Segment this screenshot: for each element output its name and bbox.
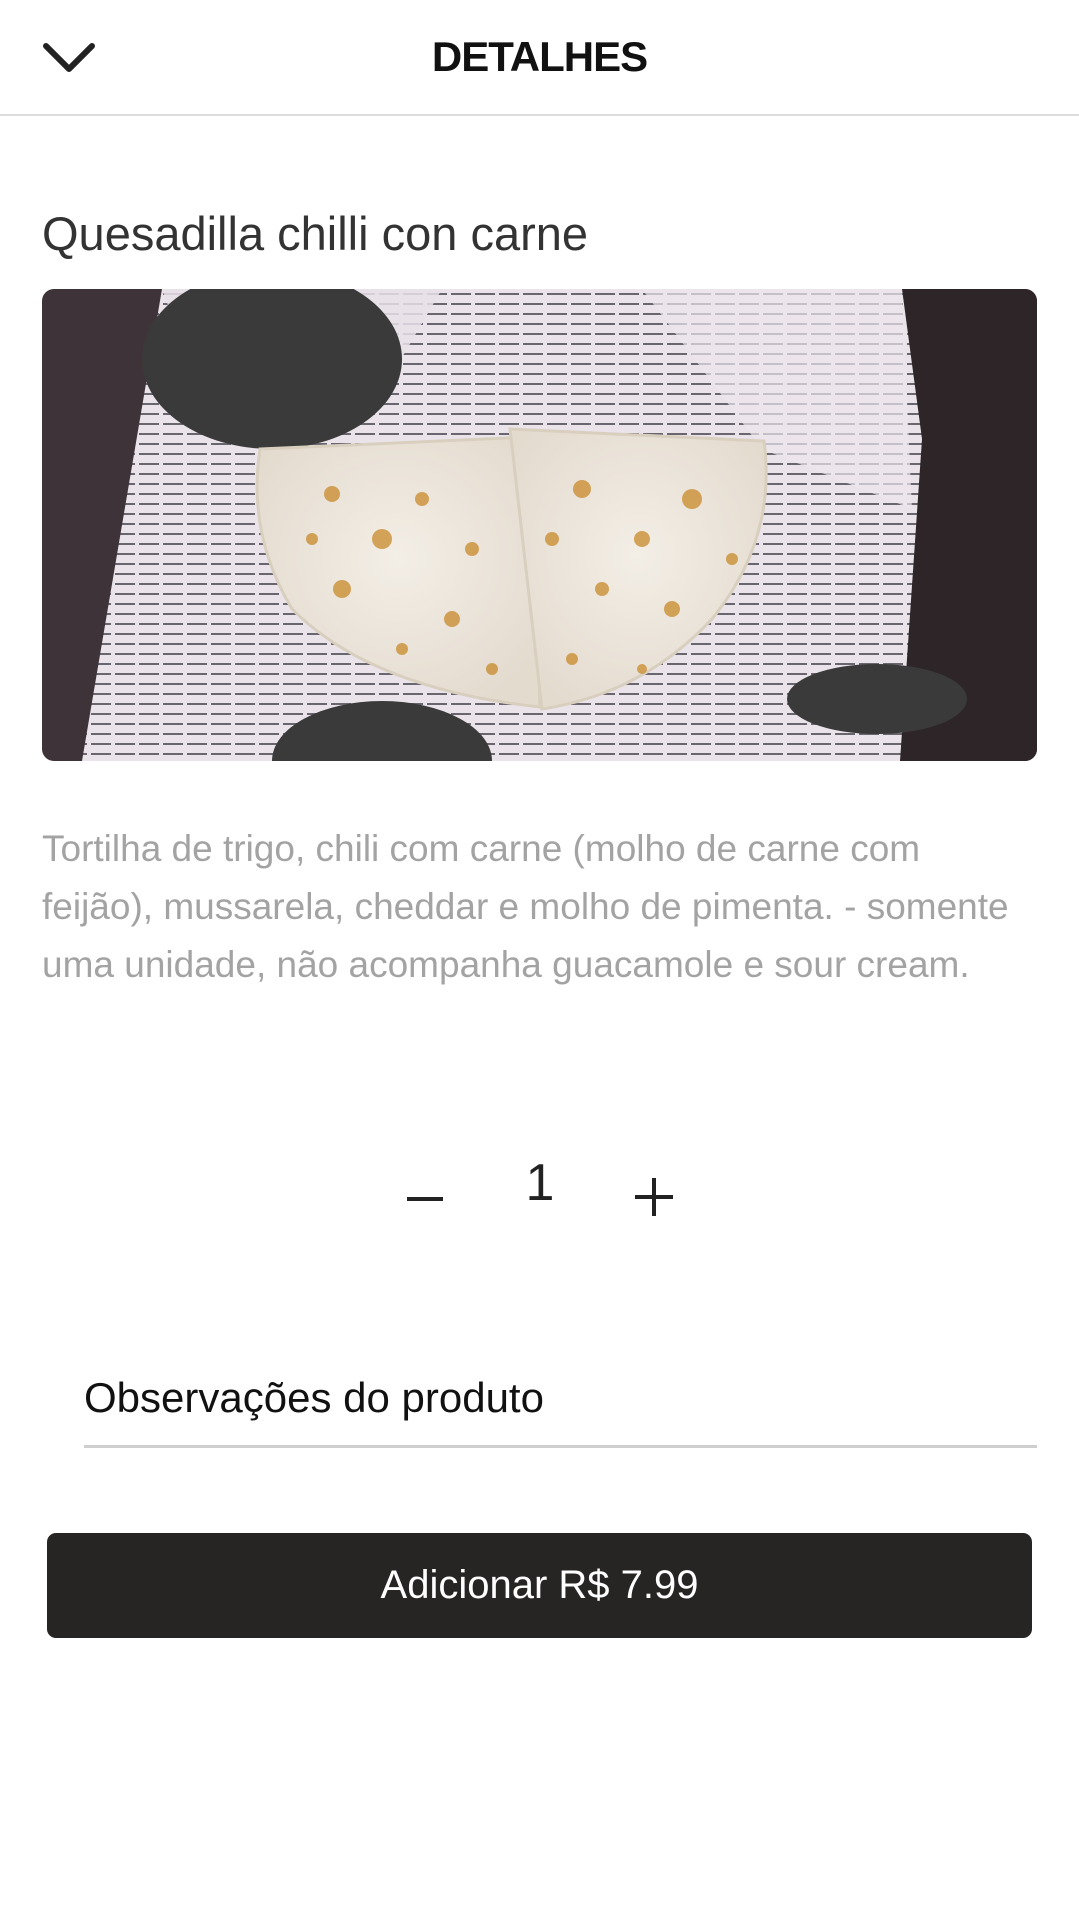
product-image	[42, 289, 1037, 761]
page-title: DETALHES	[431, 33, 648, 80]
quesadilla-photo	[42, 289, 1037, 761]
product-notes-input[interactable]	[84, 1350, 1037, 1448]
app-header: DETALHES	[0, 0, 1079, 116]
decrease-quantity-button[interactable]	[395, 1167, 455, 1227]
minus-icon	[407, 1197, 443, 1201]
product-name: Quesadilla chilli con carne	[42, 207, 589, 260]
add-to-cart-button[interactable]: Adicionar R$ 7.99	[47, 1533, 1032, 1638]
product-description: Tortilha de trigo, chili com carne (molh…	[42, 828, 1009, 985]
quantity-stepper: 1	[0, 1145, 1079, 1245]
plus-icon	[635, 1178, 673, 1216]
increase-quantity-button[interactable]	[623, 1165, 683, 1225]
quantity-value: 1	[525, 1154, 555, 1212]
